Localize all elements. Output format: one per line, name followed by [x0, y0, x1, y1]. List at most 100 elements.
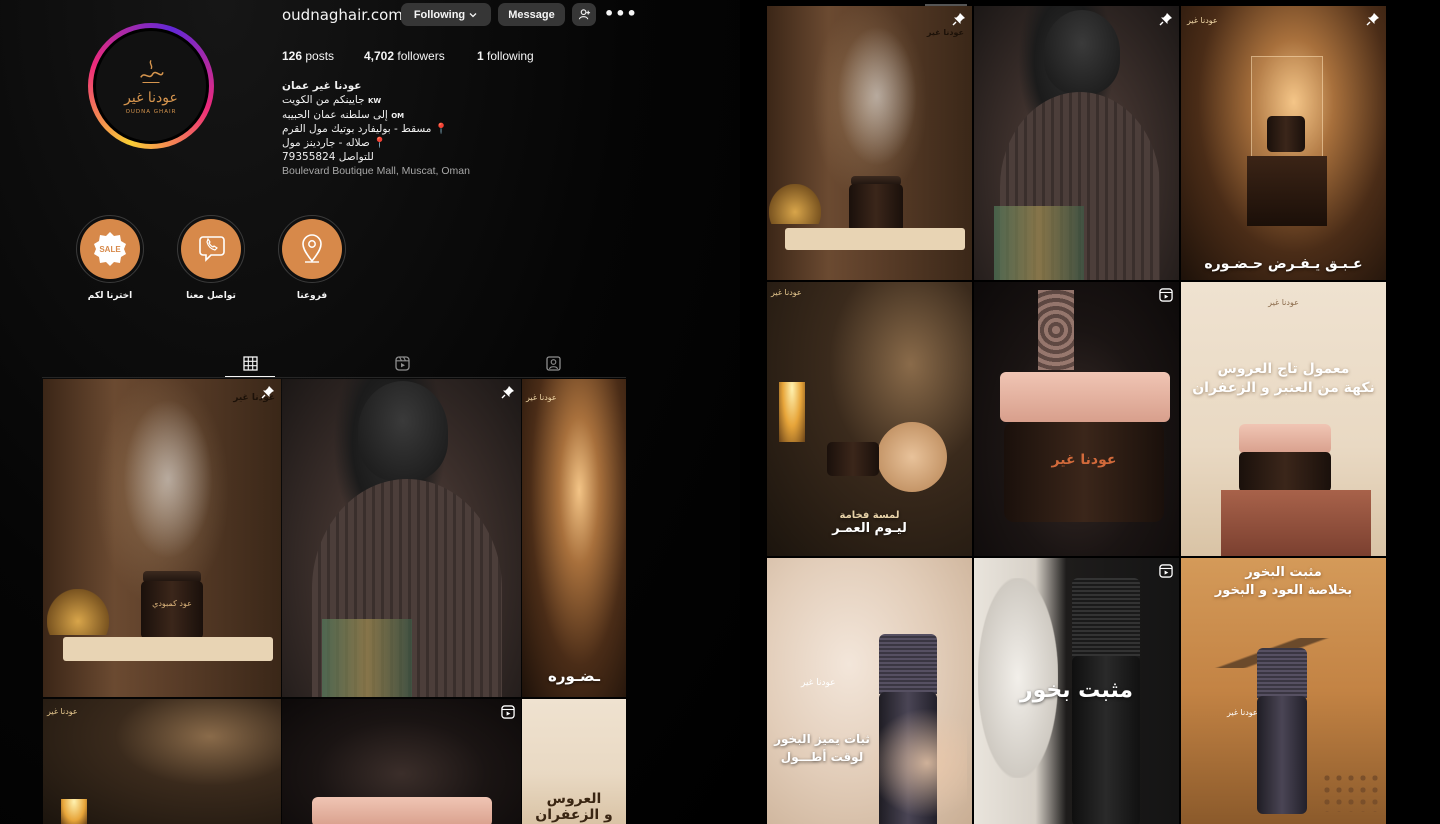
highlight-cover	[282, 219, 342, 279]
right-grid-post-9[interactable]: مثبت البخور بخلاصة العود و البخور عودنا …	[1181, 558, 1386, 824]
post-caption-line-2: ليـوم العمـر	[832, 521, 907, 536]
left-grid-post-5[interactable]	[282, 699, 521, 824]
highlight-ring: SALE	[76, 215, 144, 283]
tab-tagged[interactable]	[528, 350, 578, 377]
left-grid-post-4[interactable]: عودنا غير	[43, 699, 281, 824]
brick-stand	[1221, 490, 1371, 556]
following-count[interactable]: 1 following	[477, 49, 534, 63]
post-caption-line-2: لوقت أطـــول	[780, 750, 864, 764]
suggest-users-button[interactable]	[572, 3, 596, 26]
spray-cap	[879, 634, 937, 694]
incense-jar	[1239, 452, 1331, 492]
hand	[867, 708, 967, 818]
spray-cap	[1072, 578, 1140, 658]
post-caption-line-1: ثبات يميز البخور	[774, 732, 870, 746]
left-grid-post-3[interactable]: عودنا غير ـضـوره	[522, 379, 626, 697]
bio-line-2: إلى سلطنه عمان الحبيبه OM	[282, 109, 542, 124]
right-grid-post-8[interactable]: مثبت بخور	[974, 558, 1179, 824]
right-grid-post-1[interactable]: عودنا غير	[767, 6, 972, 280]
sale-badge-text: SALE	[99, 245, 121, 254]
engraved-lid	[877, 422, 947, 492]
highlight-contact[interactable]: تواصل معنا	[176, 215, 246, 301]
person-head	[358, 381, 448, 481]
right-grid-post-3[interactable]: عودنا غير عـبـق يـفـرض حـضـوره	[1181, 6, 1386, 280]
right-grid-post-7[interactable]: عودنا غير ثبات يميز البخور لوقت أطـــول	[767, 558, 972, 824]
incense-jar	[1267, 116, 1305, 152]
incense-jar	[827, 442, 879, 476]
add-user-icon	[578, 9, 590, 20]
tile-logo: عودنا غير	[926, 28, 964, 37]
candle	[61, 799, 87, 824]
chevron-down-icon	[469, 12, 477, 17]
right-grid-post-6[interactable]: عودنا غير معمول تاج العروس نكهة من العنب…	[1181, 282, 1386, 556]
reels-badge-icon	[1159, 288, 1173, 302]
following-count-label: following	[487, 49, 534, 63]
post-caption-line-1: لمسة فخامة	[839, 510, 900, 521]
incense-jar: عودنا غير	[1004, 422, 1164, 522]
highlight-picks[interactable]: SALE اخترنا لكم	[75, 215, 145, 301]
spray-cap	[1257, 648, 1307, 698]
jar-lid	[1000, 372, 1170, 422]
bio-line-4: صلاله - جاردينز مول 📍	[282, 137, 387, 150]
profile-username: oudnaghair.com	[282, 6, 403, 24]
more-options-icon[interactable]: •••	[604, 4, 638, 23]
bio-line-1-text: جايينكم من الكويت	[282, 93, 365, 106]
reels-icon	[394, 356, 410, 371]
grid-icon	[242, 355, 258, 371]
wooden-tray	[785, 228, 965, 250]
followers-count-label: followers	[397, 49, 445, 63]
tabs-divider	[42, 377, 626, 378]
tagged-user-icon	[545, 356, 561, 371]
post-caption: ـضـوره	[548, 667, 600, 685]
right-grid-post-4[interactable]: عودنا غير لمسة فخامة ليـوم العمـر	[767, 282, 972, 556]
post-caption-line-1: معمول تاج العروس	[1217, 361, 1350, 377]
message-button[interactable]: Message	[498, 3, 565, 26]
phone-chat-icon	[199, 236, 225, 262]
glass-bottles	[994, 206, 1084, 280]
highlight-label: فروعنا	[296, 291, 328, 301]
wooden-tray	[63, 637, 273, 661]
highlight-ring	[177, 215, 245, 283]
tile-logo: عودنا غير	[1187, 16, 1218, 25]
tile-logo: عودنا غير	[771, 288, 802, 297]
post-caption: مثبت بخور	[1019, 678, 1134, 703]
following-button[interactable]: Following	[401, 3, 491, 26]
profile-pane: عودنا غير OUDNA GHAIR oudnaghair.com Fol…	[0, 0, 740, 824]
left-grid-post-1[interactable]: عود كمبودي عودنا غير	[43, 379, 281, 697]
post-caption-line-1: العروس	[546, 791, 602, 807]
bio-location[interactable]: Boulevard Boutique Mall, Muscat, Oman	[282, 165, 542, 179]
highlight-label: اخترنا لكم	[87, 291, 133, 301]
highlight-branches[interactable]: فروعنا	[277, 215, 347, 301]
posts-count-value: 126	[282, 49, 303, 63]
kuwait-flag: KW	[367, 96, 382, 105]
highlight-ring	[278, 215, 346, 283]
pin-icon	[952, 13, 965, 26]
posts-count-label: posts	[305, 49, 335, 63]
following-button-label: Following	[413, 8, 466, 21]
tile-logo: عودنا غير	[526, 393, 557, 402]
left-grid-post-2[interactable]	[282, 379, 521, 697]
pin-icon	[1159, 13, 1172, 26]
incense-jar: عود كمبودي	[141, 581, 203, 639]
jar-lid	[1239, 424, 1331, 454]
left-grid-post-6[interactable]: العروس و الزعفران	[522, 699, 626, 824]
pin-icon	[501, 386, 514, 399]
followers-count[interactable]: 4,702 followers	[364, 49, 445, 63]
right-grid-post-5[interactable]: عودنا غير	[974, 282, 1179, 556]
tile-logo: عودنا غير	[801, 678, 836, 688]
post-caption: لمسة فخامة ليـوم العمـر	[767, 510, 972, 536]
tab-posts[interactable]	[225, 350, 275, 377]
highlight-cover: SALE	[80, 219, 140, 279]
oil-lamp	[47, 589, 109, 635]
profile-avatar[interactable]: عودنا غير OUDNA GHAIR	[88, 23, 214, 149]
profile-bio: عودنا غير عمان جايينكم من الكويت KW إلى …	[282, 80, 542, 179]
tile-logo: عودنا غير	[1268, 298, 1299, 307]
spray-bottle	[1257, 696, 1307, 814]
smoke	[837, 26, 917, 166]
right-grid-post-2[interactable]	[974, 6, 1179, 280]
pedestal	[1247, 156, 1327, 226]
tab-reels[interactable]	[377, 350, 427, 377]
pin-icon	[261, 386, 274, 399]
brand-logo-icon	[140, 60, 164, 84]
jar-lid	[312, 797, 492, 824]
